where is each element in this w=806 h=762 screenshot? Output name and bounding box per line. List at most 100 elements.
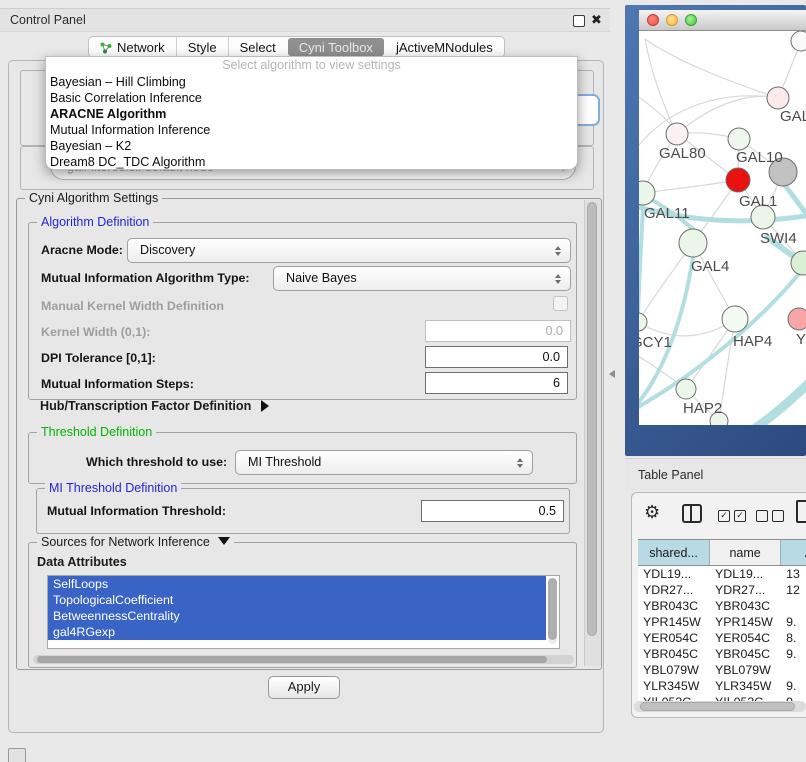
which-threshold-combo[interactable]: MI Threshold — [235, 450, 533, 475]
attribute-item-topologicalcoefficient[interactable]: TopologicalCoefficient — [48, 592, 546, 608]
aracne-mode-label: Aracne Mode: — [41, 243, 123, 257]
data-attributes-label: Data Attributes — [37, 555, 127, 569]
dropdown-item-aracne-algorithm[interactable]: ARACNE Algorithm — [46, 106, 577, 122]
expand-arrow-icon[interactable] — [261, 400, 269, 412]
network-node-gal[interactable] — [767, 87, 789, 109]
table-body: YDL19...YDL19...13YDR27...YDR27...12YBR0… — [638, 566, 806, 703]
aracne-mode-combo[interactable]: Discovery — [127, 238, 571, 263]
export-table-icon[interactable] — [796, 500, 806, 523]
network-node[interactable] — [791, 31, 806, 51]
table-row[interactable]: YPR145WYPR145W9. — [638, 614, 806, 630]
tab-network[interactable]: Network — [89, 37, 176, 57]
columns-icon[interactable] — [682, 504, 702, 523]
tab-cyni-toolbox[interactable]: Cyni Toolbox — [288, 38, 384, 56]
network-node-hap4[interactable] — [722, 306, 748, 332]
network-edge — [751, 375, 806, 425]
hub-section-label: Hub/Transcription Factor Definition — [40, 399, 251, 413]
table-row[interactable]: YBR043CYBR043C — [638, 598, 806, 614]
network-node-gcy1[interactable] — [639, 313, 647, 331]
tab-style[interactable]: Style — [176, 37, 228, 57]
hub-transcription-factor-section[interactable]: Hub/Transcription Factor Definition — [40, 399, 269, 413]
attribute-item-betweennesscentrality[interactable]: BetweennessCentrality — [48, 608, 546, 624]
list-horizontal-scrollbar[interactable] — [33, 655, 574, 664]
scrollbar-thumb[interactable] — [587, 202, 597, 636]
column-header-shared[interactable]: shared... — [638, 540, 710, 565]
node-table: shared...nameA YDL19...YDL19...13YDR27..… — [638, 539, 806, 703]
dropdown-item-dream8-dc-tdc-algorithm[interactable]: Dream8 DC_TDC Algorithm — [46, 154, 577, 170]
network-node-gal80[interactable] — [666, 123, 688, 145]
table-cell: YBL079W — [638, 662, 710, 678]
sources-group-title[interactable]: Sources for Network Inference — [37, 535, 234, 549]
settings-vertical-scrollbar[interactable] — [584, 200, 600, 666]
apply-button[interactable]: Apply — [268, 676, 340, 699]
network-window-titlebar[interactable] — [639, 10, 806, 31]
dropdown-item-basic-correlation-inference[interactable]: Basic Correlation Inference — [46, 90, 577, 106]
network-icon — [100, 41, 112, 54]
mi-algorithm-type-combo[interactable]: Naive Bayes — [273, 266, 571, 291]
data-attributes-list[interactable]: SelfLoopsTopologicalCoefficientBetweenne… — [47, 575, 560, 649]
zoom-window-icon[interactable] — [685, 14, 697, 26]
network-edge — [645, 39, 677, 134]
network-graph: GALGAL80GAL10GAL1GAL11SWI4GAL4GCY1HAP4YH… — [639, 31, 806, 425]
dropdown-item-bayesian-hill-climbing[interactable]: Bayesian – Hill Climbing — [46, 74, 577, 90]
tab-jactivemnodules[interactable]: jActiveMNodules — [385, 37, 504, 57]
aracne-mode-value: Discovery — [140, 243, 195, 257]
table-cell: YBR045C — [638, 646, 710, 662]
dropdown-item-bayesian-k2[interactable]: Bayesian – K2 — [46, 138, 577, 154]
network-node-gal10[interactable] — [728, 128, 750, 150]
sources-for-network-inference-group: Sources for Network Inference Data Attri… — [28, 542, 577, 668]
network-edge — [643, 180, 738, 193]
scrollbar-thumb[interactable] — [548, 578, 557, 640]
docked-panel-icon[interactable] — [8, 748, 26, 762]
close-panel-icon[interactable]: ✖ — [591, 12, 602, 28]
tab-select[interactable]: Select — [228, 37, 287, 57]
table-row[interactable]: YER054CYER054C8. — [638, 630, 806, 646]
splitter-handle-icon[interactable] — [609, 370, 615, 378]
table-row[interactable]: YDR27...YDR27...12 — [638, 582, 806, 598]
network-edge — [639, 207, 643, 315]
kernel-width-input[interactable]: 0.0 — [425, 320, 571, 342]
table-cell: YER054C — [710, 630, 781, 646]
column-header-a[interactable]: A — [781, 540, 806, 565]
node-label: GAL4 — [691, 258, 729, 275]
table-row[interactable]: YBR045CYBR045C9. — [638, 646, 806, 662]
table-row[interactable]: YLR345WYLR345W9. — [638, 678, 806, 694]
node-label: SWI4 — [760, 230, 797, 247]
table-row[interactable]: YBL079WYBL079W — [638, 662, 806, 678]
mi-threshold-input[interactable]: 0.5 — [421, 500, 564, 522]
table-cell: YBR043C — [638, 598, 710, 614]
gear-icon[interactable]: ⚙ — [644, 502, 660, 523]
dropdown-item-mutual-information-inference[interactable]: Mutual Information Inference — [46, 122, 577, 138]
network-node-hap2[interactable] — [676, 379, 696, 399]
network-node-gal4[interactable] — [679, 229, 707, 257]
deselect-all-columns-icon[interactable] — [756, 510, 784, 522]
network-canvas[interactable]: GALGAL80GAL10GAL1GAL11SWI4GAL4GCY1HAP4YH… — [639, 31, 806, 425]
scrollbar-thumb[interactable] — [640, 702, 795, 711]
table-cell: YPR145W — [710, 614, 781, 630]
threshold-definition-group: Threshold Definition Which threshold to … — [28, 432, 577, 484]
attribute-item-selfloops[interactable]: SelfLoops — [48, 576, 546, 592]
table-cell — [781, 662, 806, 678]
select-all-columns-icon[interactable]: ✓✓ — [718, 510, 746, 522]
column-header-name[interactable]: name — [710, 540, 781, 565]
tab-label: Select — [240, 40, 276, 55]
table-horizontal-scrollbar[interactable] — [634, 701, 806, 712]
table-panel-title: Table Panel — [638, 468, 703, 482]
mi-steps-input[interactable]: 6 — [425, 372, 568, 394]
app-root: Control Panel ✖ NetworkStyleSelectCyni T… — [0, 0, 806, 762]
manual-kernel-checkbox[interactable] — [553, 296, 568, 311]
scrollbar-thumb[interactable] — [37, 656, 547, 663]
attribute-item-gal4rgexp[interactable]: gal4RGexp — [48, 624, 546, 640]
close-window-icon[interactable] — [647, 14, 659, 26]
minimize-window-icon[interactable] — [666, 14, 678, 26]
network-node-gal1[interactable] — [726, 168, 750, 192]
list-vertical-scrollbar[interactable] — [548, 578, 557, 644]
network-node-y[interactable] — [788, 308, 806, 330]
dpi-tolerance-input[interactable]: 0.0 — [425, 346, 568, 368]
table-cell: YBL079W — [710, 662, 781, 678]
float-window-icon[interactable] — [573, 15, 585, 27]
tab-label: jActiveMNodules — [396, 40, 493, 55]
table-row[interactable]: YDL19...YDL19...13 — [638, 566, 806, 582]
collapse-arrow-icon[interactable] — [218, 537, 230, 545]
table-header-row: shared...nameA — [638, 539, 806, 566]
